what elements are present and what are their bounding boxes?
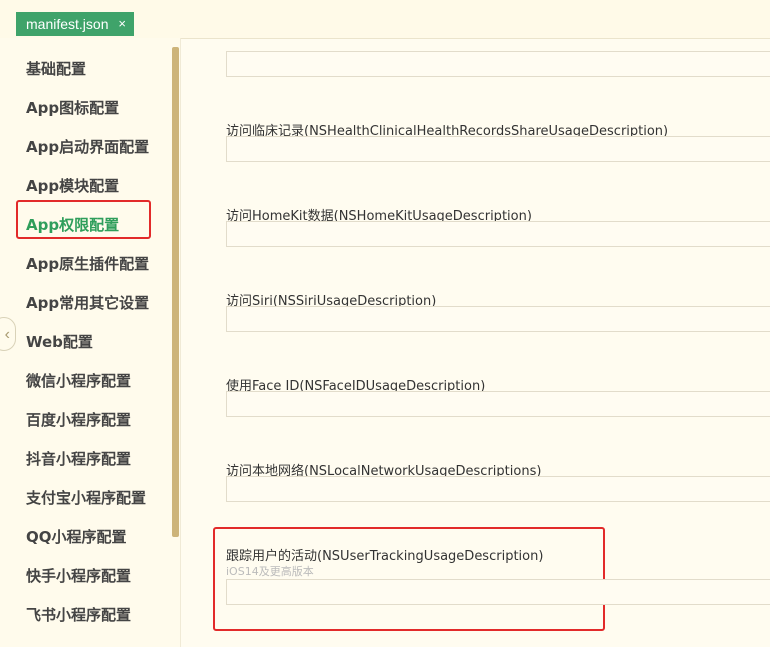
sidebar-item-douyin-mp[interactable]: 抖音小程序配置 — [26, 448, 131, 469]
settings-sidebar: 基础配置 App图标配置 App启动界面配置 App模块配置 App权限配置 A… — [0, 38, 181, 647]
input-local-network[interactable] — [226, 476, 770, 502]
tab-label: manifest.json — [26, 16, 109, 32]
highlight-active-item — [16, 200, 151, 239]
sidebar-item-wechat-mp[interactable]: 微信小程序配置 — [26, 370, 131, 391]
sidebar-item-web[interactable]: Web配置 — [26, 331, 93, 352]
collapse-sidebar-icon[interactable]: ‹ — [0, 317, 16, 351]
input-partial-top[interactable] — [226, 51, 770, 77]
tab-bar: manifest.json × — [0, 0, 770, 39]
input-user-tracking[interactable] — [226, 579, 770, 605]
label-user-tracking: 跟踪用户的活动(NSUserTrackingUsageDescription) — [226, 549, 544, 564]
sidebar-item-feishu-mp[interactable]: 飞书小程序配置 — [26, 604, 131, 625]
close-icon[interactable]: × — [118, 12, 126, 36]
tab-manifest-json[interactable]: manifest.json × — [16, 12, 134, 36]
sidebar-item-app-other-settings[interactable]: App常用其它设置 — [26, 292, 149, 313]
input-face-id[interactable] — [226, 391, 770, 417]
sidebar-item-baidu-mp[interactable]: 百度小程序配置 — [26, 409, 131, 430]
sidebar-scrollbar[interactable] — [172, 47, 179, 537]
sidebar-item-app-splash[interactable]: App启动界面配置 — [26, 136, 149, 157]
input-siri[interactable] — [226, 306, 770, 332]
input-clinical-records[interactable] — [226, 136, 770, 162]
sidebar-item-kuaishou-mp[interactable]: 快手小程序配置 — [26, 565, 131, 586]
sidebar-item-basic[interactable]: 基础配置 — [26, 58, 86, 79]
input-homekit[interactable] — [226, 221, 770, 247]
sidebar-item-app-icon[interactable]: App图标配置 — [26, 97, 119, 118]
hint-user-tracking: iOS14及更高版本 — [226, 565, 314, 578]
sidebar-item-qq-mp[interactable]: QQ小程序配置 — [26, 526, 127, 547]
sidebar-item-app-native-plugins[interactable]: App原生插件配置 — [26, 253, 149, 274]
sidebar-item-app-modules[interactable]: App模块配置 — [26, 175, 119, 196]
sidebar-item-alipay-mp[interactable]: 支付宝小程序配置 — [26, 487, 146, 508]
